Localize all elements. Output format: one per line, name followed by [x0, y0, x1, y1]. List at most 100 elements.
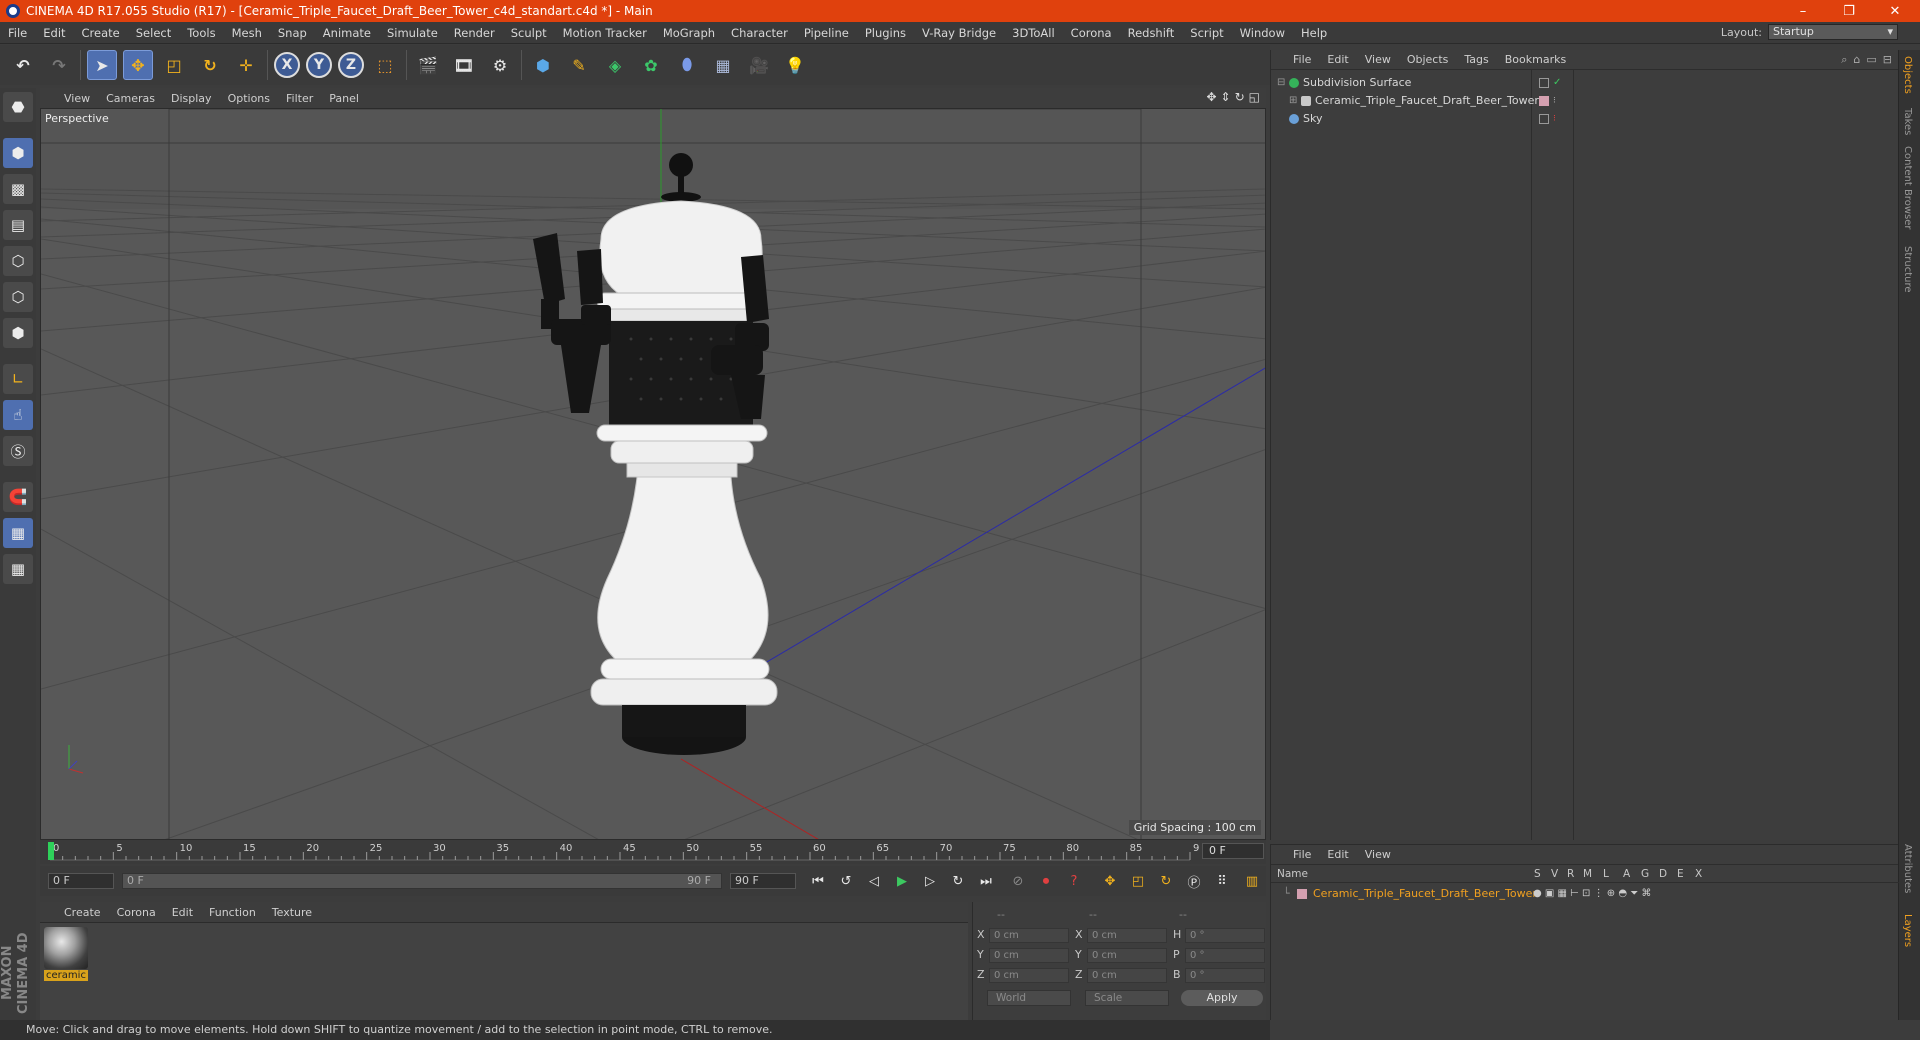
rotation-h-field[interactable]: 0 °: [1185, 928, 1265, 943]
y-axis-lock-button[interactable]: Y: [306, 52, 332, 78]
object-menu-file[interactable]: File: [1285, 53, 1319, 66]
viewport-menu-panel[interactable]: Panel: [321, 92, 367, 105]
current-frame-field[interactable]: 0 F: [1202, 843, 1264, 859]
menu-redshift[interactable]: Redshift: [1120, 22, 1183, 44]
viewport-menu-filter[interactable]: Filter: [278, 92, 321, 105]
position-x-field[interactable]: 0 cm: [989, 928, 1069, 943]
viewport-menu-display[interactable]: Display: [163, 92, 220, 105]
enabled-check-icon[interactable]: ✓: [1553, 78, 1563, 88]
material-swatch[interactable]: ceramic: [44, 927, 88, 981]
tab-objects[interactable]: Objects: [1902, 56, 1913, 94]
size-mode-select[interactable]: Scale: [1085, 990, 1169, 1006]
object-menu-objects[interactable]: Objects: [1399, 53, 1457, 66]
render-settings-icon[interactable]: ⚙: [485, 50, 515, 80]
polygons-mode-icon[interactable]: ⬢: [3, 318, 33, 348]
subdivision-surface-icon[interactable]: ◈: [600, 50, 630, 80]
tab-attributes[interactable]: Attributes: [1902, 844, 1913, 893]
menu-snap[interactable]: Snap: [270, 22, 315, 44]
rotation-b-field[interactable]: 0 °: [1185, 968, 1265, 983]
close-button[interactable]: ✕: [1872, 0, 1918, 22]
object-menu-bookmarks[interactable]: Bookmarks: [1497, 53, 1574, 66]
edges-mode-icon[interactable]: ⬡: [3, 282, 33, 312]
tweak-mode-icon[interactable]: ☝: [3, 400, 33, 430]
keyframe-selection-icon[interactable]: ?: [1062, 870, 1086, 892]
floor-scene-icon[interactable]: ▦: [708, 50, 738, 80]
viewport-pan-icon[interactable]: ✥: [1206, 90, 1216, 104]
perspective-viewport[interactable]: Perspective Grid Spacing : 100 cm: [40, 108, 1266, 840]
size-y-field[interactable]: 0 cm: [1087, 948, 1167, 963]
menu-file[interactable]: File: [0, 22, 35, 44]
new-view-icon[interactable]: ▭: [1866, 53, 1876, 67]
layer-color-icon[interactable]: [1539, 96, 1549, 106]
render-picture-viewer-icon[interactable]: 🎞: [449, 50, 479, 80]
key-position-icon[interactable]: ✥: [1098, 870, 1122, 892]
menu-3dtoall[interactable]: 3DToAll: [1004, 22, 1063, 44]
viewport-orbit-icon[interactable]: ↻: [1235, 90, 1245, 104]
lock-icon[interactable]: ⊟: [1883, 53, 1892, 67]
object-row-subdivision-surface[interactable]: ⊟ Subdivision Surface ✓: [1271, 74, 1899, 92]
home-icon[interactable]: ⌂: [1853, 53, 1860, 67]
visibility-toggle-icon[interactable]: [1539, 78, 1549, 88]
points-mode-icon[interactable]: ⬡: [3, 246, 33, 276]
menu-tools[interactable]: Tools: [179, 22, 223, 44]
snap-magnet-icon[interactable]: 🧲: [3, 482, 33, 512]
layer-menu-file[interactable]: File: [1285, 848, 1319, 861]
rotation-p-field[interactable]: 0 °: [1185, 948, 1265, 963]
redo-icon[interactable]: ↷: [44, 50, 74, 80]
enable-axis-icon[interactable]: ∟: [3, 364, 33, 394]
model-mode-icon[interactable]: ⬢: [3, 138, 33, 168]
timeline-ruler[interactable]: 051015202530354045505560657075808590 0 F: [40, 840, 1266, 864]
next-frame-icon[interactable]: ▷: [918, 870, 942, 892]
end-frame-field[interactable]: 90 F: [730, 873, 796, 889]
solo-mode-icon[interactable]: Ⓢ: [3, 436, 33, 466]
menu-character[interactable]: Character: [723, 22, 796, 44]
menu-help[interactable]: Help: [1293, 22, 1335, 44]
collapse-icon[interactable]: ⊟: [1277, 74, 1285, 92]
size-x-field[interactable]: 0 cm: [1087, 928, 1167, 943]
viewport-maximize-icon[interactable]: ◱: [1249, 90, 1260, 104]
position-y-field[interactable]: 0 cm: [989, 948, 1069, 963]
mograph-cloner-icon[interactable]: ✿: [636, 50, 666, 80]
texture-mode-icon[interactable]: ▩: [3, 174, 33, 204]
tab-takes[interactable]: Takes: [1902, 108, 1913, 135]
object-row-beer-tower[interactable]: ⊞ Ceramic_Triple_Faucet_Draft_Beer_Tower…: [1271, 92, 1899, 110]
visibility-toggle-icon[interactable]: [1539, 114, 1549, 124]
previous-key-icon[interactable]: ↺: [834, 870, 858, 892]
menu-edit[interactable]: Edit: [35, 22, 73, 44]
layer-menu-view[interactable]: View: [1357, 848, 1399, 861]
key-rotation-icon[interactable]: ↻: [1154, 870, 1178, 892]
coordinate-system-icon[interactable]: ⬚: [370, 50, 400, 80]
workplane-mode-icon[interactable]: ▤: [3, 210, 33, 240]
object-menu-view[interactable]: View: [1357, 53, 1399, 66]
cube-primitive-icon[interactable]: ⬢: [528, 50, 558, 80]
menu-plugins[interactable]: Plugins: [857, 22, 914, 44]
select-arrow-icon[interactable]: ➤: [87, 50, 117, 80]
menu-script[interactable]: Script: [1182, 22, 1231, 44]
object-menu-tags[interactable]: Tags: [1456, 53, 1496, 66]
tab-content-browser[interactable]: Content Browser: [1902, 146, 1913, 229]
go-to-end-icon[interactable]: ⏭: [974, 870, 998, 892]
light-bulb-icon[interactable]: 💡: [780, 50, 810, 80]
minimize-button[interactable]: –: [1780, 0, 1826, 22]
make-editable-icon[interactable]: ⬣: [3, 92, 33, 122]
material-menu-create[interactable]: Create: [56, 906, 109, 919]
layer-menu-edit[interactable]: Edit: [1319, 848, 1356, 861]
search-icon[interactable]: ⌕: [1841, 53, 1847, 67]
layer-row[interactable]: └ Ceramic_Triple_Faucet_Draft_Beer_Tower…: [1271, 885, 1899, 903]
menu-animate[interactable]: Animate: [315, 22, 379, 44]
menu-corona[interactable]: Corona: [1063, 22, 1120, 44]
size-z-field[interactable]: 0 cm: [1087, 968, 1167, 983]
menu-create[interactable]: Create: [74, 22, 128, 44]
coordinate-space-select[interactable]: World: [987, 990, 1071, 1006]
workplane-lock-icon[interactable]: ▦: [3, 518, 33, 548]
rotate-icon[interactable]: ↻: [195, 50, 225, 80]
menu-select[interactable]: Select: [128, 22, 179, 44]
viewport-menu-cameras[interactable]: Cameras: [98, 92, 163, 105]
tab-layers[interactable]: Layers: [1902, 914, 1913, 947]
object-menu-edit[interactable]: Edit: [1319, 53, 1356, 66]
layer-toggle-icons[interactable]: ● ▣ ▦ ⊢ ⊡ ⋮ ⊕ ◓ ⏷ ⌘: [1533, 885, 1651, 903]
deformer-icon[interactable]: ⬮: [672, 50, 702, 80]
key-parameter-icon[interactable]: Ⓟ: [1182, 870, 1206, 892]
viewport-menu-view[interactable]: View: [56, 92, 98, 105]
live-selection-icon[interactable]: ✛: [231, 50, 261, 80]
